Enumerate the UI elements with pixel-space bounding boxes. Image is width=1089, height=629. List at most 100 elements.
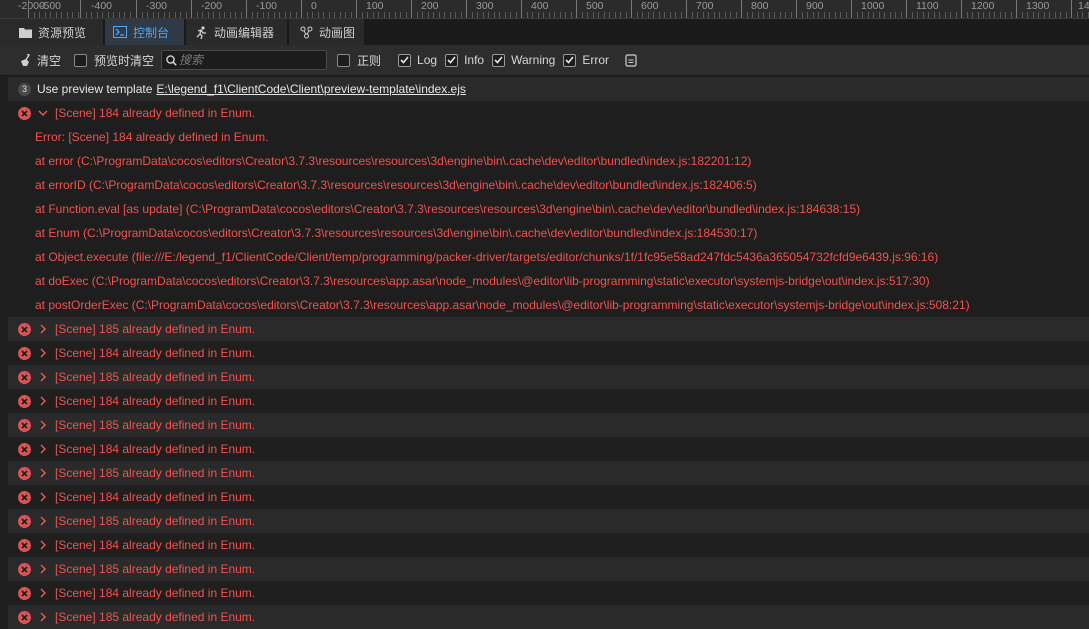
error-entry-collapsed[interactable]: [Scene] 185 already defined in Enum. (8, 461, 1089, 485)
ruler-minor-tick (845, 12, 847, 18)
ruler-major-tick (301, 0, 302, 18)
chevron-right-icon[interactable] (38, 324, 48, 334)
chevron-right-icon[interactable] (38, 372, 48, 382)
ruler-minor-tick (378, 12, 379, 18)
chevron-right-icon[interactable] (38, 540, 48, 550)
regex-checkbox[interactable] (337, 53, 351, 67)
clear-button[interactable]: 清空 (20, 52, 61, 69)
warning-checkbox[interactable] (492, 53, 506, 67)
error-entry-collapsed[interactable]: [Scene] 184 already defined in Enum. (8, 437, 1089, 461)
error-filter-toggle[interactable]: Error (563, 53, 609, 67)
ruler-minor-tick (1065, 12, 1067, 18)
ruler-label: 800 (751, 0, 769, 12)
ruler-major-tick (1071, 0, 1072, 18)
info-filter-toggle[interactable]: Info (445, 53, 484, 67)
chevron-right-icon[interactable] (38, 444, 48, 454)
ruler-minor-tick (587, 12, 588, 18)
error-message: [Scene] 185 already defined in Enum. (55, 322, 256, 336)
ruler-minor-tick (350, 12, 352, 18)
warning-filter-toggle[interactable]: Warning (492, 53, 555, 67)
ruler-minor-tick (658, 12, 660, 18)
error-entry-collapsed[interactable]: [Scene] 184 already defined in Enum. (8, 581, 1089, 605)
log-entry-info[interactable]: 3 Use preview template E:\legend_f1\Clie… (8, 77, 1089, 101)
ruler-minor-tick (504, 12, 506, 18)
tab-animation-graph[interactable]: 动画图 (289, 19, 365, 45)
log-filter-toggle[interactable]: Log (398, 53, 437, 67)
stack-trace-line: at Enum (C:\ProgramData\cocos\editors\Cr… (35, 226, 758, 240)
error-checkbox[interactable] (563, 53, 577, 67)
error-entry-collapsed[interactable]: [Scene] 184 already defined in Enum. (8, 485, 1089, 509)
error-entry-collapsed[interactable]: [Scene] 185 already defined in Enum. (8, 509, 1089, 533)
repeat-count-badge: 3 (18, 82, 31, 96)
regex-toggle[interactable]: 正则 (337, 52, 381, 69)
ruler-minor-tick (367, 12, 368, 18)
ruler-minor-tick (460, 12, 462, 18)
ruler-minor-tick (96, 12, 98, 18)
chevron-right-icon[interactable] (38, 420, 48, 430)
ruler-minor-tick (39, 12, 40, 18)
ruler-minor-tick (180, 12, 181, 18)
tab-animation-editor[interactable]: 动画编辑器 (186, 19, 288, 45)
chevron-right-icon[interactable] (38, 564, 48, 574)
ruler-minor-tick (240, 12, 242, 18)
animation-graph-icon (299, 26, 313, 38)
error-message: [Scene] 184 already defined in Enum. (55, 538, 256, 552)
clear-on-preview-checkbox[interactable] (74, 53, 88, 67)
error-entry-collapsed[interactable]: [Scene] 184 already defined in Enum. (8, 389, 1089, 413)
tab-label: 动画编辑器 (214, 25, 275, 40)
stack-trace-line: at Object.execute (file:///E:/legend_f1/… (35, 250, 939, 264)
document-icon (625, 53, 637, 67)
ruler-minor-tick (383, 12, 385, 18)
ruler-minor-tick (537, 12, 539, 18)
console-log-list: 3 Use preview template E:\legend_f1\Clie… (8, 77, 1089, 629)
info-checkbox[interactable] (445, 53, 459, 67)
tab-console[interactable]: 控制台 (105, 19, 185, 45)
error-entry-collapsed[interactable]: [Scene] 184 already defined in Enum. (8, 533, 1089, 557)
chevron-right-icon[interactable] (38, 588, 48, 598)
error-entry-collapsed[interactable]: [Scene] 185 already defined in Enum. (8, 557, 1089, 581)
ruler-minor-tick (141, 12, 143, 18)
search-input[interactable] (177, 53, 322, 67)
clear-on-preview-toggle[interactable]: 预览时清空 (74, 52, 154, 69)
template-path-link[interactable]: E:\legend_f1\ClientCode\Client\preview-t… (156, 82, 466, 96)
stack-trace-line: at Function.eval [as update] (C:\Program… (35, 202, 861, 216)
stack-trace-line: at errorID (C:\ProgramData\cocos\editors… (35, 178, 757, 192)
ruler-minor-tick (873, 12, 874, 18)
ruler-minor-tick (972, 12, 973, 18)
chevron-right-icon[interactable] (38, 516, 48, 526)
ruler-minor-tick (746, 12, 748, 18)
ruler-minor-tick (642, 12, 643, 18)
ruler-minor-tick (306, 12, 308, 18)
ruler-minor-tick (295, 12, 297, 18)
ruler-minor-tick (345, 12, 346, 18)
error-entry-header[interactable]: [Scene] 184 already defined in Enum. (8, 101, 1089, 125)
chevron-down-icon[interactable] (38, 108, 48, 118)
error-message: [Scene] 185 already defined in Enum. (55, 610, 256, 624)
error-entry-collapsed[interactable]: [Scene] 185 already defined in Enum. (8, 605, 1089, 629)
console-toolbar: 清空 预览时清空 正则 Log Info Warning Error (0, 45, 1089, 76)
ruler-minor-tick (361, 12, 363, 18)
ruler-label: -300 (146, 0, 168, 12)
ruler-minor-tick (774, 12, 775, 18)
error-message: [Scene] 185 already defined in Enum. (55, 562, 256, 576)
ruler-minor-tick (1005, 12, 1006, 18)
error-entry-collapsed[interactable]: [Scene] 185 already defined in Enum. (8, 317, 1089, 341)
ruler-minor-tick (559, 12, 561, 18)
chevron-right-icon[interactable] (38, 492, 48, 502)
chevron-right-icon[interactable] (38, 396, 48, 406)
ruler-minor-tick (697, 12, 698, 18)
chevron-right-icon[interactable] (38, 468, 48, 478)
error-entry-collapsed[interactable]: [Scene] 185 already defined in Enum. (8, 365, 1089, 389)
ruler-minor-tick (66, 12, 68, 18)
ruler-minor-tick (273, 12, 275, 18)
error-entry-collapsed[interactable]: [Scene] 184 already defined in Enum. (8, 341, 1089, 365)
chevron-right-icon[interactable] (38, 612, 48, 622)
error-icon (18, 562, 31, 576)
open-log-file-button[interactable] (625, 53, 637, 67)
search-box[interactable] (161, 50, 328, 70)
error-entry-collapsed[interactable]: [Scene] 185 already defined in Enum. (8, 413, 1089, 437)
ruler-minor-tick (389, 12, 390, 18)
log-checkbox[interactable] (398, 53, 412, 67)
tab-assets-preview[interactable]: 资源预览 (0, 19, 104, 45)
chevron-right-icon[interactable] (38, 348, 48, 358)
